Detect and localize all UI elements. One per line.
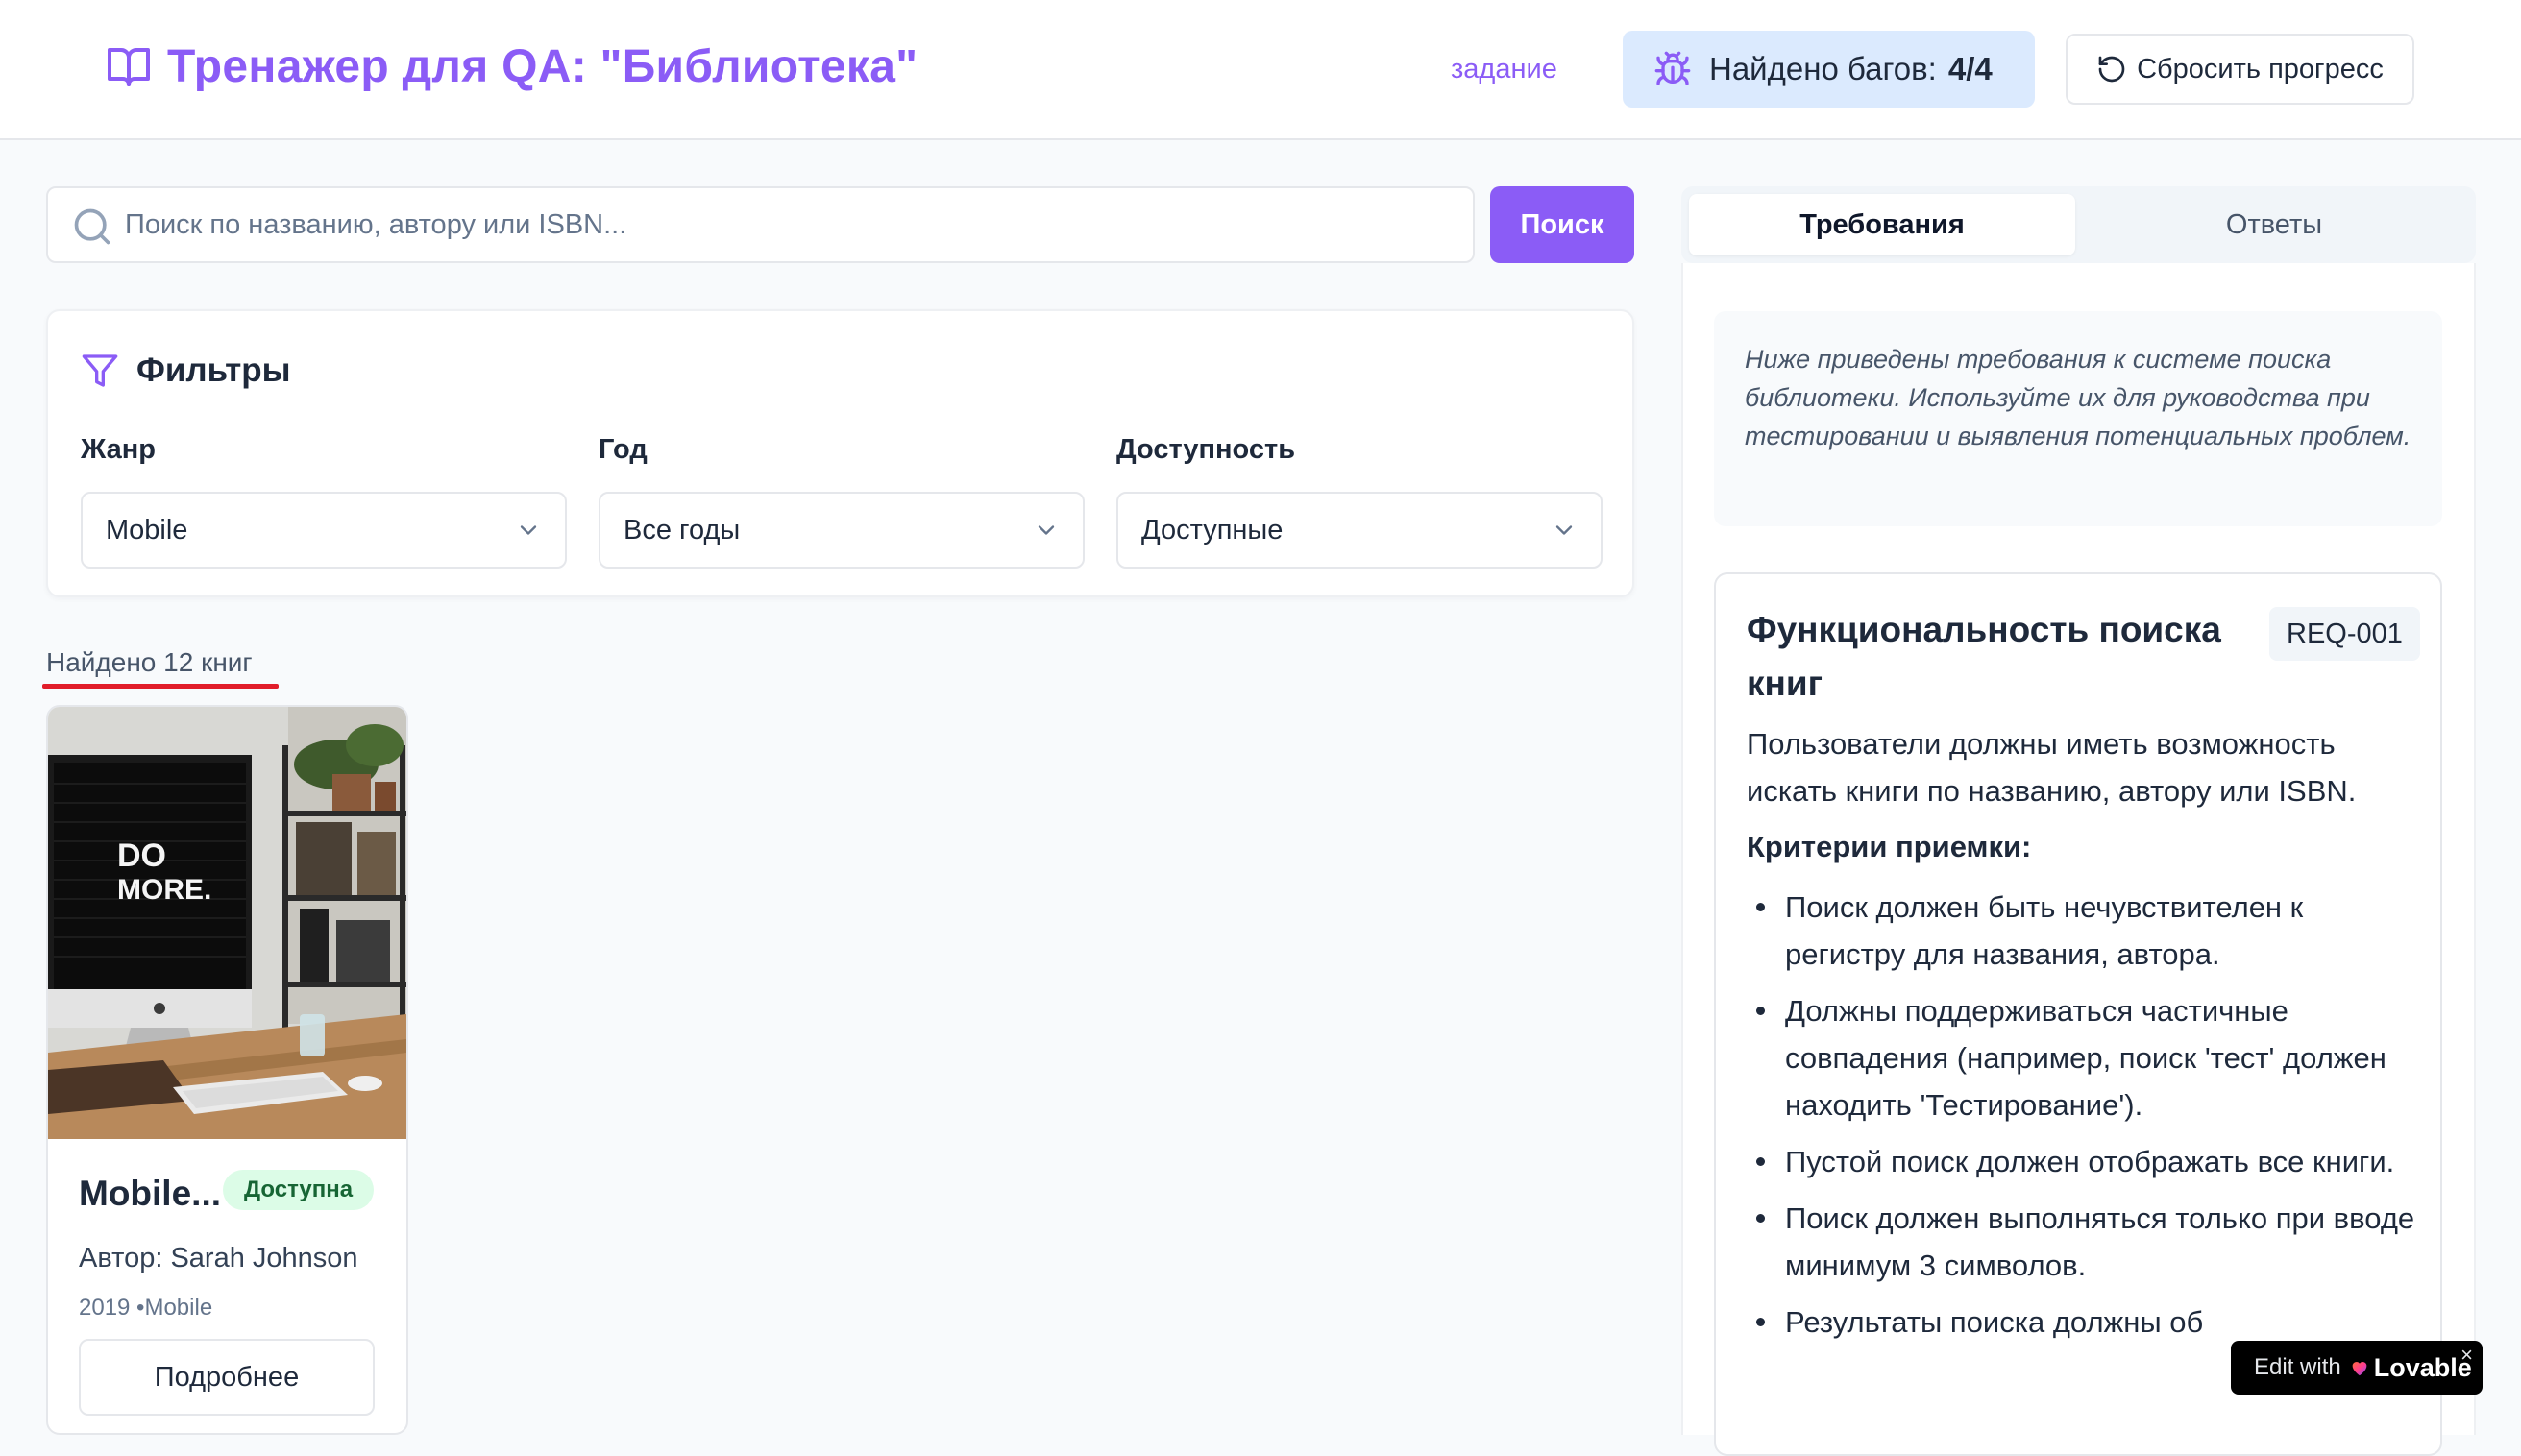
app-header: Тренажер для QA: "Библиотека" задание На… bbox=[0, 0, 2521, 140]
genre-filter: Жанр Mobile bbox=[81, 434, 567, 569]
bugs-found-count: 4/4 bbox=[1947, 51, 1993, 86]
filters-title: Фильтры bbox=[136, 352, 291, 389]
year-filter: Год Все годы bbox=[599, 434, 1085, 569]
criteria-item: Поиск должен выполняться только при ввод… bbox=[1747, 1195, 2419, 1289]
book-meta: 2019 •Mobile bbox=[79, 1295, 213, 1321]
criteria-list: Поиск должен быть нечувствителен к регис… bbox=[1747, 884, 2419, 1355]
filters-header: Фильтры bbox=[81, 352, 290, 390]
year-label: Год bbox=[599, 434, 648, 465]
tab-requirements[interactable]: Требования bbox=[1689, 194, 2075, 255]
requirement-title: Функциональность поиска книг bbox=[1747, 610, 2221, 703]
criteria-item: Результаты поиска должны об bbox=[1747, 1298, 2419, 1346]
filter-icon bbox=[82, 354, 118, 387]
tab-answers[interactable]: Ответы bbox=[2081, 194, 2467, 255]
sidebar-tabs: Требования Ответы bbox=[1681, 186, 2476, 263]
reset-progress-button[interactable]: Сбросить прогресс bbox=[2066, 34, 2414, 105]
bullet-dot bbox=[1756, 1007, 1765, 1015]
criteria-text: Пустой поиск должен отображать все книги… bbox=[1785, 1145, 2395, 1178]
bugs-found-label: Найдено багов: bbox=[1709, 51, 1937, 86]
lovable-edit-label: Edit with bbox=[2254, 1354, 2341, 1380]
criteria-title: Критерии приемки: bbox=[1747, 830, 2032, 863]
bullet-dot bbox=[1756, 1318, 1765, 1326]
criteria-text: Результаты поиска должны об bbox=[1785, 1305, 2204, 1339]
bullet-dot bbox=[1756, 1214, 1765, 1223]
filters-card: Фильтры Жанр Mobile Год Все годы Доступн… bbox=[46, 309, 1634, 597]
criteria-text: Поиск должен выполняться только при ввод… bbox=[1785, 1201, 2415, 1282]
lovable-heart-icon bbox=[2352, 1362, 2367, 1376]
availability-filter: Доступность Доступные bbox=[1116, 434, 1603, 569]
image-text-do: DO bbox=[117, 837, 166, 874]
requirements-panel: Ниже приведены требования к системе поис… bbox=[1681, 263, 2476, 1456]
results-count-underline bbox=[42, 684, 279, 689]
search-input[interactable] bbox=[125, 188, 1460, 261]
criteria-item: Пустой поиск должен отображать все книги… bbox=[1747, 1138, 2419, 1185]
close-icon[interactable]: × bbox=[2460, 1343, 2473, 1368]
brand: Тренажер для QA: "Библиотека" bbox=[106, 40, 918, 93]
desk-photo: DO MORE. bbox=[48, 707, 406, 1139]
image-text-more: MORE. bbox=[117, 874, 211, 906]
requirement-card: Функциональность поиска книг REQ-001 Пол… bbox=[1714, 572, 2442, 1456]
lovable-brand: Lovable bbox=[2373, 1352, 2472, 1382]
bullet-dot bbox=[1756, 903, 1765, 911]
availability-label: Доступность bbox=[1116, 434, 1296, 465]
search-box bbox=[46, 186, 1475, 263]
book-card: DO MORE. Mobile... Доступна Автор: Sarah… bbox=[46, 705, 408, 1435]
criteria-text: Поиск должен быть нечувствителен к регис… bbox=[1785, 890, 2304, 971]
rotate-ccw-icon bbox=[2098, 56, 2125, 83]
chevron-down-icon bbox=[1555, 525, 1573, 535]
book-title[interactable]: Mobile... bbox=[79, 1174, 221, 1214]
genre-value: Mobile bbox=[106, 514, 188, 546]
chevron-down-icon bbox=[1038, 525, 1055, 535]
details-button[interactable]: Подробнее bbox=[79, 1339, 375, 1416]
criteria-text: Должны поддерживаться частичные совпаден… bbox=[1785, 994, 2386, 1122]
availability-value: Доступные bbox=[1141, 514, 1284, 546]
search-icon bbox=[74, 208, 110, 245]
bullet-dot bbox=[1756, 1157, 1765, 1166]
requirements-intro: Ниже приведены требования к системе поис… bbox=[1714, 311, 2442, 526]
search-button[interactable]: Поиск bbox=[1490, 186, 1634, 263]
bug-icon bbox=[1654, 51, 1691, 85]
task-link[interactable]: задание bbox=[1451, 54, 1557, 85]
book-cover-image: DO MORE. bbox=[48, 707, 406, 1139]
book-author: Автор: Sarah Johnson bbox=[79, 1243, 358, 1274]
results-count: Найдено 12 книг bbox=[46, 647, 253, 677]
app-title: Тренажер для QA: "Библиотека" bbox=[167, 41, 918, 92]
requirement-code-badge: REQ-001 bbox=[2269, 607, 2420, 661]
bugs-found-badge: Найдено багов: 4/4 bbox=[1623, 31, 2035, 108]
chevron-down-icon bbox=[520, 525, 537, 535]
book-open-icon bbox=[108, 47, 150, 86]
criteria-item: Поиск должен быть нечувствителен к регис… bbox=[1747, 884, 2419, 978]
lovable-edit-badge[interactable]: Edit with Lovable × bbox=[2231, 1341, 2483, 1395]
availability-select[interactable]: Доступные bbox=[1116, 492, 1603, 569]
availability-badge: Доступна bbox=[223, 1170, 375, 1210]
year-value: Все годы bbox=[624, 514, 741, 546]
criteria-item: Должны поддерживаться частичные совпаден… bbox=[1747, 987, 2419, 1128]
genre-label: Жанр bbox=[81, 434, 156, 465]
reset-progress-label: Сбросить прогресс bbox=[2137, 53, 2384, 85]
year-select[interactable]: Все годы bbox=[599, 492, 1085, 569]
genre-select[interactable]: Mobile bbox=[81, 492, 567, 569]
requirement-description: Пользователи должны иметь возможность ис… bbox=[1747, 727, 2357, 808]
